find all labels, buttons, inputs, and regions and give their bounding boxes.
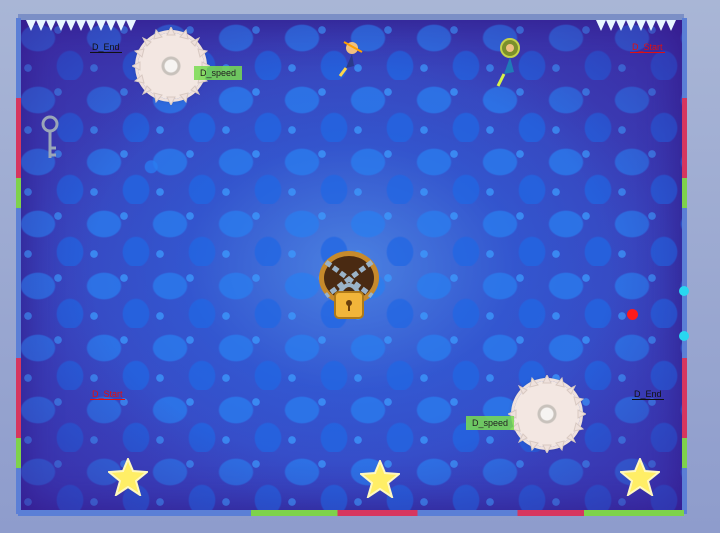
wall-right: [682, 18, 687, 514]
label-start-top-right: D_Start: [630, 42, 665, 53]
character-icon: [496, 38, 520, 87]
label-end-bottom-right: D_End: [632, 389, 664, 400]
character-icon: [338, 41, 363, 77]
padlock-icon[interactable]: [318, 250, 380, 322]
label-speed-bottom: D_speed: [466, 416, 515, 430]
ice-spikes-left: [26, 20, 136, 32]
label-start-bottom-left: D_Start: [90, 389, 125, 400]
label-speed-top: D_speed: [194, 66, 243, 80]
label-end-top-left: D_End: [90, 42, 122, 53]
key-icon[interactable]: [38, 114, 62, 162]
target-dot: [627, 309, 638, 320]
ice-spikes-right: [596, 20, 676, 32]
wall-node: [679, 286, 689, 296]
saw-blade-icon: [508, 375, 586, 453]
wall-left: [16, 18, 21, 514]
wall-node: [679, 331, 689, 341]
star-icon[interactable]: [620, 458, 660, 496]
star-icon[interactable]: [108, 458, 148, 496]
wall-bottom: [18, 510, 684, 516]
star-icon[interactable]: [360, 460, 400, 498]
